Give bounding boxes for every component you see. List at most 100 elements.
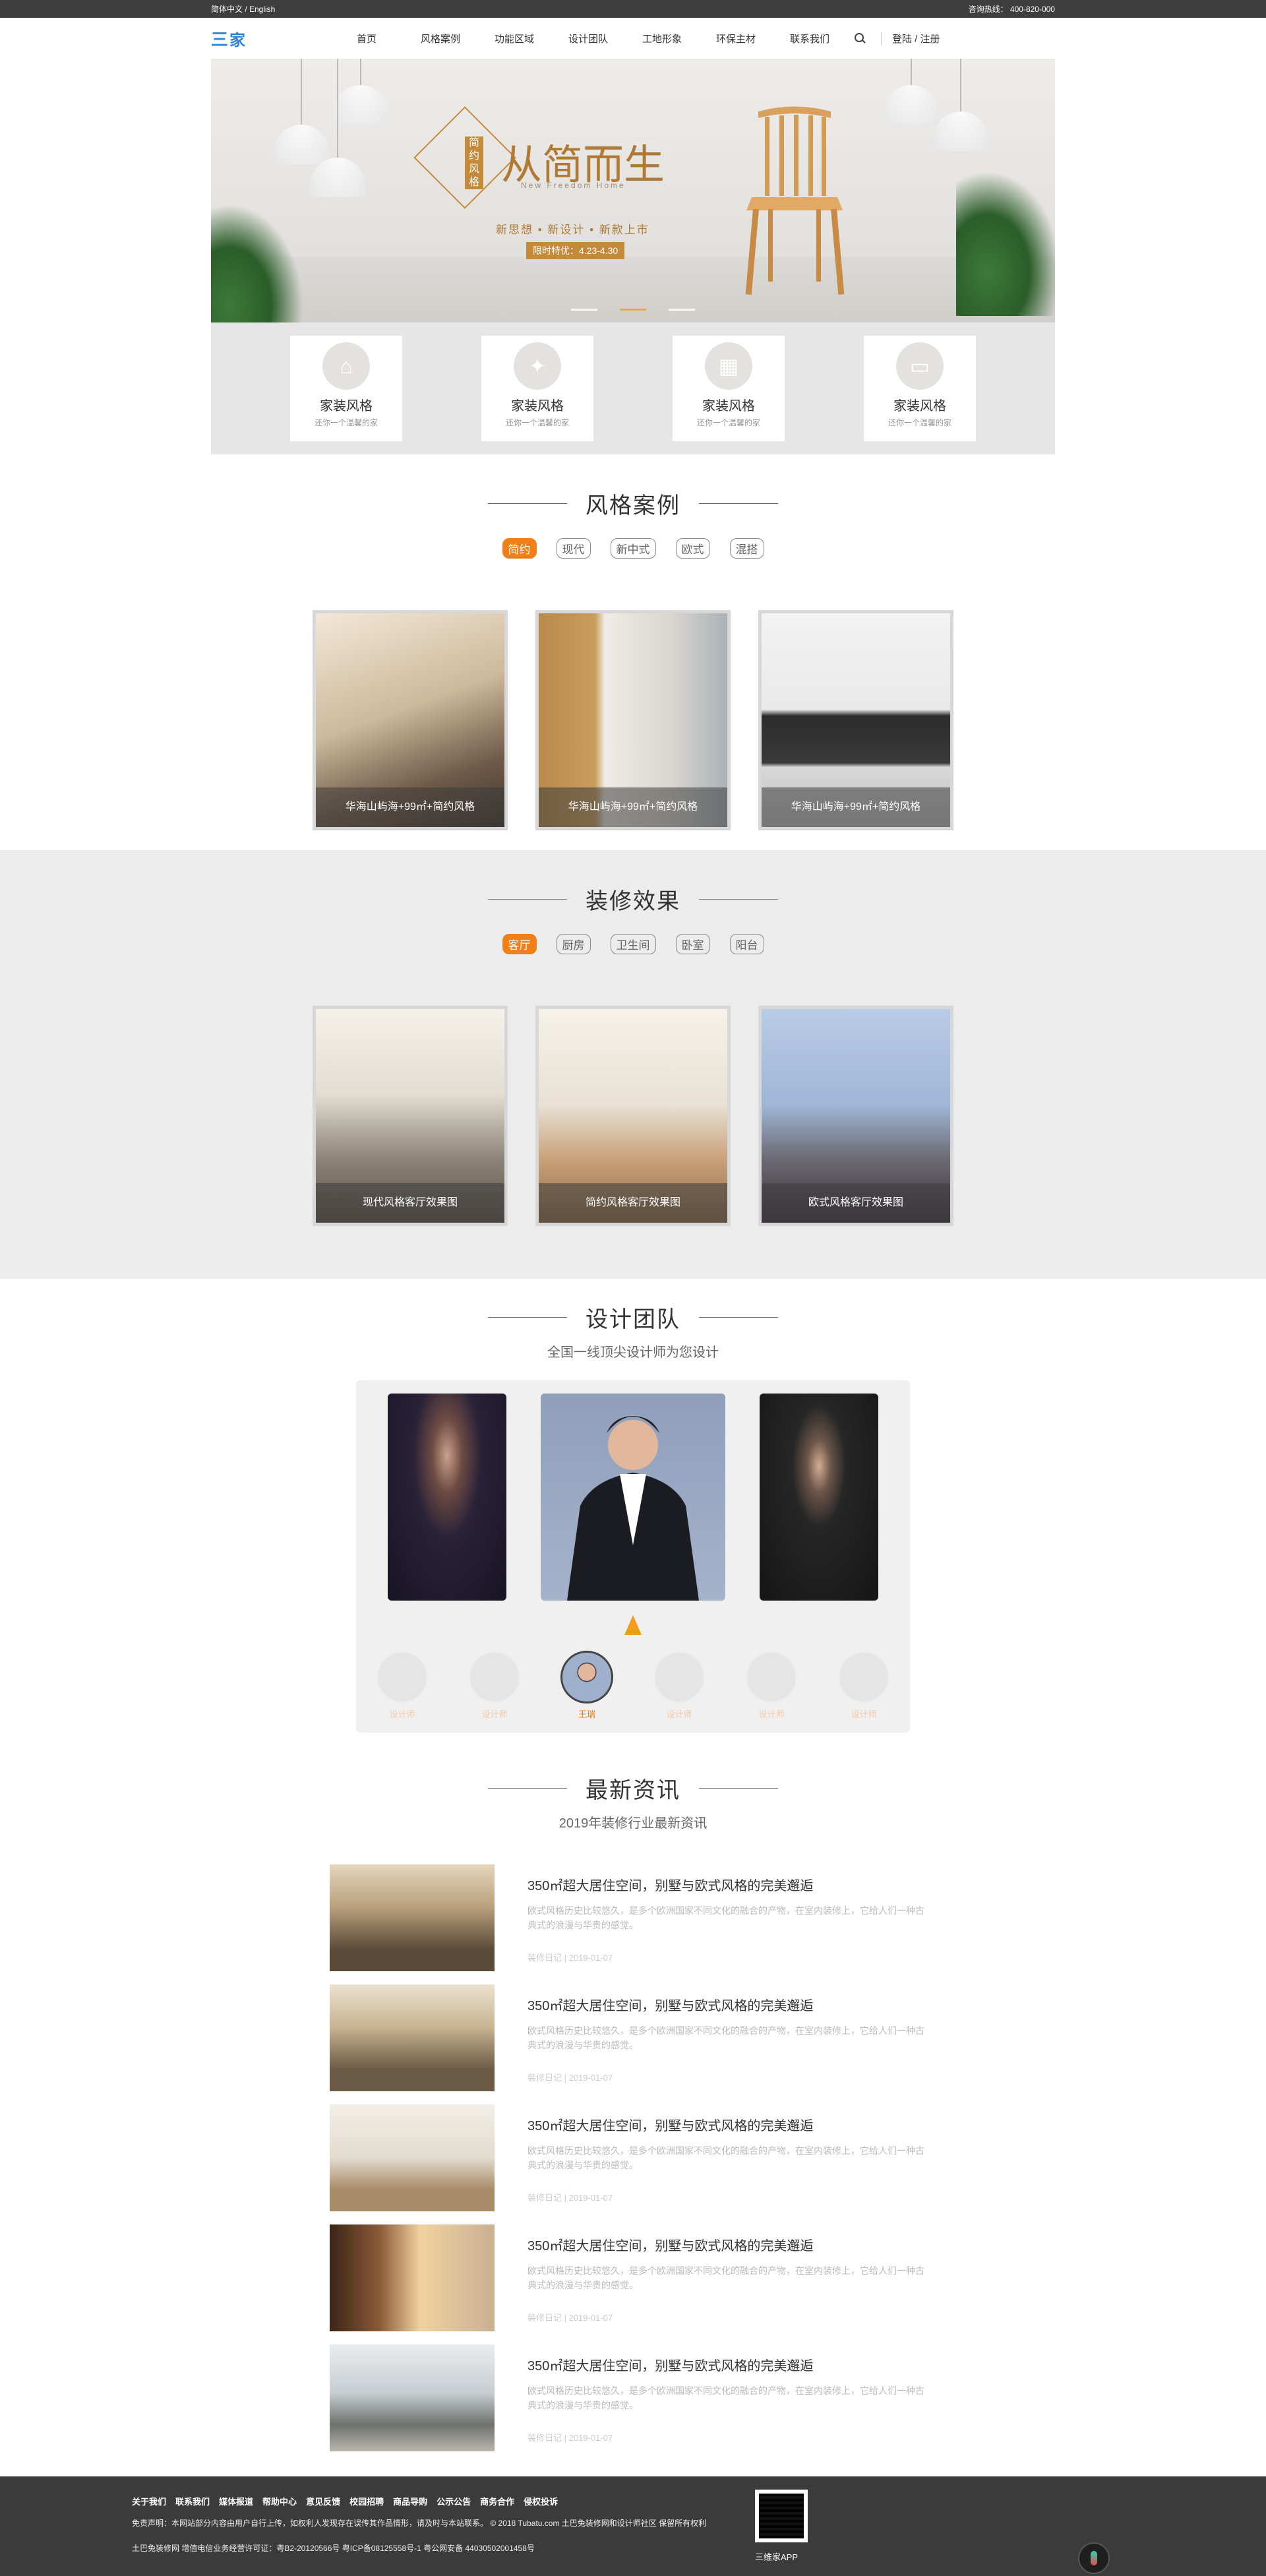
banner-badge: 简约风格 bbox=[465, 137, 483, 189]
designer-photo[interactable] bbox=[760, 1394, 878, 1601]
tab-mixed[interactable]: 混搭 bbox=[729, 538, 764, 559]
design-icon: ✦ bbox=[514, 342, 561, 390]
style-cases-title: 风格案例 bbox=[586, 493, 680, 518]
designer-avatar-item[interactable]: 设计师 bbox=[837, 1651, 890, 1720]
effect-card[interactable]: 简约风格客厅效果图 bbox=[535, 1006, 731, 1226]
news-section: 最新资讯 2019年装修行业最新资讯 350㎡超大居住空间，别墅与欧式风格的完美… bbox=[0, 1733, 1266, 2451]
language-switch[interactable]: 简体中文 / English bbox=[211, 3, 275, 15]
login-register-link[interactable]: 登陆 / 注册 bbox=[881, 31, 940, 46]
top-bar: 简体中文 / English 咨询热线： 400-820-000 bbox=[0, 0, 1266, 18]
qr-label: 三维家APP bbox=[755, 2552, 799, 2562]
case-caption: 华海山屿海+99㎡+简约风格 bbox=[539, 787, 727, 827]
footer-link-contact[interactable]: 联系我们 bbox=[175, 2495, 210, 2507]
case-card[interactable]: 华海山屿海+99㎡+简约风格 bbox=[758, 610, 953, 830]
nav-site-image[interactable]: 工地形象 bbox=[625, 32, 699, 46]
news-item[interactable]: 350㎡超大居住空间，别墅与欧式风格的完美邂逅 欧式风格历史比较悠久，是多个欧洲国… bbox=[330, 2104, 936, 2211]
tab-european[interactable]: 欧式 bbox=[675, 538, 710, 559]
avatar bbox=[468, 1651, 521, 1703]
map-icon: ▦ bbox=[705, 342, 752, 390]
footer-licence: 土巴兔装修网 增值电信业务经营许可证：粤B2-20120566号 粤ICP备08… bbox=[132, 2544, 535, 2553]
nav-function-area[interactable]: 功能区域 bbox=[477, 32, 551, 46]
designer-avatar-item[interactable]: 设计师 bbox=[653, 1651, 706, 1720]
case-card[interactable]: 华海山屿海+99㎡+简约风格 bbox=[313, 610, 508, 830]
lamp-icon bbox=[933, 59, 988, 151]
section-title: 最新资讯 bbox=[0, 1772, 1266, 1804]
effect-cards: 现代风格客厅效果图 简约风格客厅效果图 欧式风格客厅效果图 bbox=[0, 1006, 1266, 1226]
chair-image bbox=[745, 106, 845, 295]
floating-app-button[interactable] bbox=[1078, 2542, 1110, 2574]
decoration-effects-section: 装修效果 客厅 厨房 卫生间 卧室 阳台 现代风格客厅效果图 简约风格客厅效果图… bbox=[0, 850, 1266, 1279]
nav-style-cases[interactable]: 风格案例 bbox=[404, 32, 477, 46]
logo-name: 家 bbox=[229, 31, 246, 49]
tab-bathroom[interactable]: 卫生间 bbox=[610, 934, 656, 954]
paint-roller-icon: ▭ bbox=[896, 342, 944, 390]
news-date: 装修日记 | 2019-01-07 bbox=[528, 2313, 613, 2323]
nav-contact[interactable]: 联系我们 bbox=[773, 32, 847, 46]
carousel-dot[interactable] bbox=[669, 309, 695, 311]
footer-link-notice[interactable]: 公示公告 bbox=[437, 2495, 471, 2507]
news-headline: 350㎡超大居住空间，别墅与欧式风格的完美邂逅 bbox=[528, 2239, 814, 2254]
footer-link-business[interactable]: 商务合作 bbox=[480, 2495, 514, 2507]
designer-name: 设计师 bbox=[851, 1709, 877, 1719]
avatar bbox=[376, 1651, 429, 1703]
footer-link-guide[interactable]: 商品导购 bbox=[393, 2495, 427, 2507]
news-thumbnail bbox=[330, 2104, 495, 2211]
title-rule bbox=[488, 503, 567, 504]
carousel-dot-active[interactable] bbox=[620, 309, 646, 311]
footer-link-media[interactable]: 媒体报道 bbox=[219, 2495, 253, 2507]
main-nav: 首页 风格案例 功能区域 设计团队 工地形象 环保主材 联系我们 bbox=[330, 32, 847, 46]
designer-avatar-item[interactable]: 设计师 bbox=[468, 1651, 521, 1720]
footer-link-jobs[interactable]: 校园招聘 bbox=[349, 2495, 384, 2507]
news-date: 装修日记 | 2019-01-07 bbox=[528, 2073, 613, 2083]
designer-photo[interactable] bbox=[388, 1394, 506, 1601]
style-cases-section: 风格案例 简约 现代 新中式 欧式 混搭 华海山屿海+99㎡+简约风格 华海山屿… bbox=[0, 454, 1266, 850]
tab-living-room[interactable]: 客厅 bbox=[502, 934, 537, 954]
nav-eco-materials[interactable]: 环保主材 bbox=[699, 32, 773, 46]
news-item[interactable]: 350㎡超大居住空间，别墅与欧式风格的完美邂逅欧式风格历史比较悠久，是多个欧洲国… bbox=[330, 2224, 936, 2331]
tab-modern[interactable]: 现代 bbox=[556, 538, 591, 559]
hotline: 咨询热线： 400-820-000 bbox=[968, 5, 1055, 14]
carousel-dot[interactable] bbox=[571, 309, 597, 311]
news-item[interactable]: 350㎡超大居住空间，别墅与欧式风格的完美邂逅 欧式风格历史比较悠久，是多个欧洲国… bbox=[330, 1864, 936, 1971]
hero-banner[interactable]: 简约风格 从简而生 New Freedom Home 新思想 • 新设计 • 新… bbox=[211, 59, 1055, 322]
footer-link-feedback[interactable]: 意见反馈 bbox=[306, 2495, 340, 2507]
tab-new-chinese[interactable]: 新中式 bbox=[610, 538, 656, 559]
effect-card[interactable]: 现代风格客厅效果图 bbox=[313, 1006, 508, 1226]
feature-card[interactable]: ✦ 家装风格 还你一个温馨的家 bbox=[481, 336, 593, 441]
tab-simple[interactable]: 简约 bbox=[502, 538, 537, 559]
tab-kitchen[interactable]: 厨房 bbox=[556, 934, 591, 954]
designer-photo-featured[interactable] bbox=[541, 1394, 725, 1601]
title-rule bbox=[488, 1317, 567, 1318]
news-excerpt: 欧式风格历史比较悠久，是多个欧洲国家不同文化的融合的产物，在室内装修上，它给人们… bbox=[528, 2265, 924, 2290]
news-date: 装修日记 | 2019-01-07 bbox=[528, 2433, 613, 2443]
designer-avatar-item-active[interactable]: 王瑞 bbox=[560, 1651, 613, 1720]
feature-card[interactable]: ⌂ 家装风格 还你一个温馨的家 bbox=[290, 336, 402, 441]
footer-link-about[interactable]: 关于我们 bbox=[132, 2495, 166, 2507]
tab-balcony[interactable]: 阳台 bbox=[729, 934, 764, 954]
news-item[interactable]: 350㎡超大居住空间，别墅与欧式风格的完美邂逅 欧式风格历史比较悠久，是多个欧洲国… bbox=[330, 2345, 936, 2451]
news-item[interactable]: 350㎡超大居住空间，别墅与欧式风格的完美邂逅 欧式风格历史比较悠久，是多个欧洲国… bbox=[330, 1984, 936, 2091]
case-card[interactable]: 华海山屿海+99㎡+简约风格 bbox=[535, 610, 731, 830]
designer-avatar-item[interactable]: 设计师 bbox=[376, 1651, 429, 1720]
section-title: 装修效果 bbox=[0, 883, 1266, 915]
news-thumbnail bbox=[330, 2345, 495, 2451]
news-list: 350㎡超大居住空间，别墅与欧式风格的完美邂逅欧式风格历史比较悠久，是多个欧洲国… bbox=[330, 1864, 936, 2451]
feature-card[interactable]: ▦ 家装风格 还你一个温馨的家 bbox=[673, 336, 785, 441]
footer-link-help[interactable]: 帮助中心 bbox=[262, 2495, 297, 2507]
designer-avatar-item[interactable]: 设计师 bbox=[745, 1651, 798, 1720]
logo[interactable]: 三 家 bbox=[211, 26, 303, 51]
news-subtitle: 2019年装修行业最新资讯 bbox=[558, 1816, 708, 1831]
footer-link-report[interactable]: 侵权投诉 bbox=[524, 2495, 558, 2507]
nav-home[interactable]: 首页 bbox=[330, 32, 404, 46]
style-tabs: 简约 现代 新中式 欧式 混搭 bbox=[0, 538, 1266, 559]
avatar bbox=[560, 1651, 613, 1703]
header: 三 家 首页 风格案例 功能区域 设计团队 工地形象 环保主材 联系我们 登陆 … bbox=[0, 18, 1266, 59]
search-icon[interactable] bbox=[853, 32, 866, 45]
tab-bedroom[interactable]: 卧室 bbox=[675, 934, 710, 954]
nav-design-team[interactable]: 设计团队 bbox=[551, 32, 625, 46]
title-rule bbox=[488, 1788, 567, 1789]
logo-mark: 三 bbox=[211, 29, 228, 49]
banner-floor bbox=[211, 257, 1055, 322]
feature-card[interactable]: ▭ 家装风格 还你一个温馨的家 bbox=[864, 336, 976, 441]
effect-card[interactable]: 欧式风格客厅效果图 bbox=[758, 1006, 953, 1226]
